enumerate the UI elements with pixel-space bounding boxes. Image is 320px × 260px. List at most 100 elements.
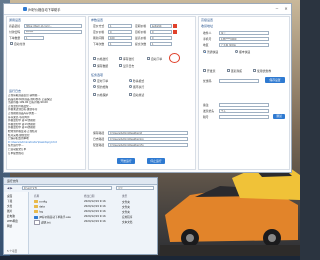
sidebar-item-pictures[interactable]: 图片 — [7, 209, 12, 213]
quantity-input[interactable]: 1 — [24, 35, 44, 40]
file-type: 文件夹 — [122, 206, 130, 209]
radio-label: 顺丰快递 — [239, 49, 251, 54]
file-type: 文件夹 — [122, 201, 130, 204]
auto-order-checkbox[interactable] — [147, 57, 150, 60]
file-name: data — [39, 205, 45, 209]
minimize-button[interactable]: ─ — [274, 6, 280, 12]
file-row[interactable]: log — [34, 210, 43, 214]
shipping-radio[interactable] — [235, 50, 238, 53]
option-radio[interactable] — [129, 85, 132, 88]
option-label: 自动重试 — [133, 92, 145, 97]
option-radio[interactable] — [129, 79, 132, 82]
recipient-input[interactable]: 张三 — [219, 30, 269, 35]
close-button[interactable]: ✕ — [283, 6, 289, 12]
option-radio[interactable] — [93, 79, 96, 82]
param-input[interactable]: 1 — [150, 41, 172, 46]
invoice-title-input[interactable]: 个人 — [219, 108, 269, 113]
param-label: 刷新间隔 — [93, 36, 105, 40]
coupon-checkbox[interactable] — [253, 69, 256, 72]
color-swatch[interactable] — [173, 23, 177, 28]
product-url-input[interactable]: https://item.jd.com/... — [24, 23, 82, 28]
config-path-input[interactable]: C:\Users\Admin\Desktop\cfg — [108, 142, 188, 147]
file-row[interactable]: 说明.txt — [34, 220, 51, 225]
file-row[interactable]: JM好价格自动下单助手.exe — [34, 215, 71, 219]
file-date: 2020/12/19 9:16 — [84, 200, 106, 203]
sidebar-item-wps-drive[interactable]: WPS网盘 — [7, 219, 18, 223]
column-header-date[interactable]: 修改日期 — [84, 194, 94, 198]
save-data-checkbox[interactable] — [93, 64, 96, 67]
param-label: 最高价格 — [135, 36, 147, 40]
file-row[interactable]: data — [34, 205, 45, 209]
param-input[interactable]: 100 — [108, 35, 132, 40]
center-group-title: 参数设置 — [91, 18, 104, 22]
sidebar-item-this-pc[interactable]: 此电脑 — [7, 214, 15, 218]
auto-pay-checkbox[interactable] — [10, 42, 13, 45]
stop-button[interactable]: 停止运行 — [147, 158, 165, 164]
file-row[interactable]: config — [34, 200, 47, 204]
address-bar[interactable]: D:\运行文件 — [22, 186, 112, 190]
sidebar-item-documents[interactable]: 文档 — [7, 204, 12, 208]
invoice-checkbox[interactable] — [203, 69, 206, 72]
checkbox-label: 开发票 — [207, 68, 216, 73]
column-header-type[interactable]: 类型 — [122, 194, 127, 198]
file-name: config — [39, 200, 47, 204]
left-group-title: 通用设置 — [9, 18, 22, 22]
phone-input[interactable]: 138****0000 — [219, 36, 269, 41]
region-input[interactable]: 广东省 深圳市 — [219, 42, 269, 47]
checkbox-label: 自动付款 — [14, 41, 26, 46]
save-settings-button[interactable]: 保存设置 — [265, 77, 285, 83]
window-title: JM好价格自动下单助手 — [28, 8, 61, 12]
checkbox-label: 使用优惠券 — [257, 68, 271, 73]
param-input[interactable]: 1 — [108, 41, 132, 46]
checkbox-label: 显示日志 — [123, 63, 135, 68]
nav-arrows-icon[interactable]: ◀ ▶ — [7, 186, 19, 190]
price-protect-checkbox[interactable] — [93, 93, 96, 96]
main-window: JM好价格自动下单助手 ─ ✕ 通用设置 商品链接 https://item.j… — [3, 3, 292, 173]
path-label: 日志路径 — [93, 137, 105, 141]
param-input[interactable]: 0 — [150, 29, 172, 34]
sidebar-item-desktop[interactable]: 桌面 — [7, 194, 12, 198]
path-label: 配置路径 — [93, 143, 105, 147]
sidebar-item-downloads[interactable]: 下载 — [7, 199, 12, 203]
param-input[interactable]: 0 — [108, 29, 132, 34]
field-label: 付款密码 — [9, 30, 21, 34]
field-label: 商品链接 — [9, 24, 21, 28]
price-monitor-checkbox[interactable] — [93, 57, 96, 60]
tax-id-input[interactable] — [219, 114, 269, 119]
file-explorer-window: 运行文件 D:\运行文件 搜索 ◀ ▶ 桌面 下载 文档 图片 此电脑 WPS网… — [3, 177, 158, 255]
color-swatch[interactable] — [173, 29, 177, 34]
column-header-name[interactable]: 名称 — [34, 194, 39, 198]
coupon-input[interactable] — [219, 78, 259, 83]
shipping-radio[interactable] — [203, 50, 206, 53]
option-radio[interactable] — [93, 85, 96, 88]
log-line: 订单提交成功 — [8, 151, 24, 155]
log-path-input[interactable]: C:\Users\Admin\Desktop\log — [108, 136, 188, 141]
show-log-checkbox[interactable] — [119, 64, 122, 67]
sidebar-item-network[interactable]: 网络 — [7, 224, 12, 228]
password-input[interactable]: ****** — [24, 29, 82, 34]
auto-retry-checkbox[interactable] — [129, 93, 132, 96]
param-select[interactable]: 标准价格 — [150, 23, 172, 28]
explorer-title: 运行文件 — [7, 179, 19, 183]
param-input[interactable]: 0 — [150, 35, 172, 40]
file-date: 2020/12/19 9:16 — [84, 220, 106, 223]
stock-monitor-checkbox[interactable] — [119, 57, 122, 60]
param-label: 定价价格 — [93, 30, 105, 34]
center-panel: 参数设置 定价方式 1 定期价格 标准价格 定价价格 0 目标价格 0 刷新间隔… — [88, 16, 196, 170]
app-file-icon — [34, 215, 38, 219]
note-input[interactable] — [219, 102, 269, 107]
search-input[interactable]: 搜索 — [116, 186, 154, 190]
taskbar — [0, 256, 300, 260]
start-button[interactable]: 开始运行 — [117, 158, 135, 164]
param-input[interactable]: 1 — [108, 23, 132, 28]
highlight-circle — [169, 53, 180, 63]
save-path-input[interactable]: C:\Users\Admin\Desktop\jd — [108, 130, 188, 135]
field-label: 手机号 — [203, 37, 212, 41]
file-type: 文本文档 — [122, 221, 133, 224]
file-name: log — [39, 210, 43, 214]
option-label: 定时下单 — [97, 78, 109, 83]
test-button[interactable]: 测试 — [273, 114, 285, 119]
anonymous-checkbox[interactable] — [227, 69, 230, 72]
file-type: 应用程序 — [122, 216, 133, 219]
status-bar: 5 个项目 — [7, 250, 18, 253]
